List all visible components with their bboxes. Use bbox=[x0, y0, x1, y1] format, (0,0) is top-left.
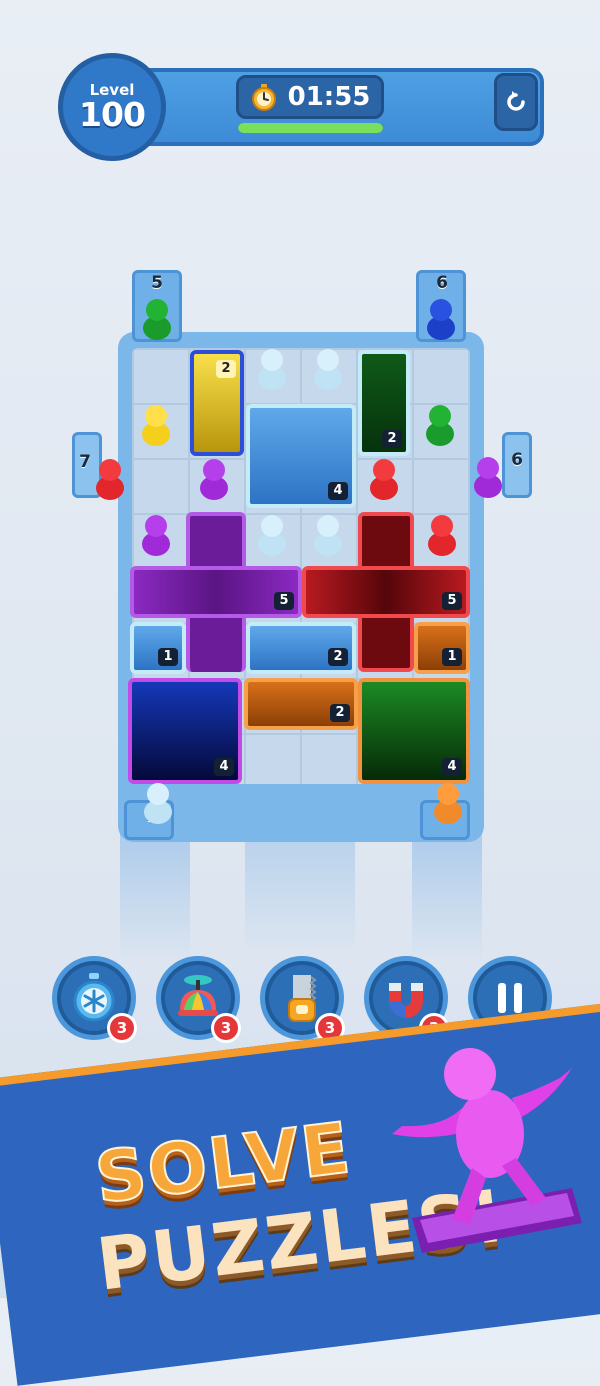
freeze-powerup-button[interactable]: 3 bbox=[52, 956, 137, 1043]
hole-count: 4 bbox=[214, 758, 234, 776]
puzzle-board: 5 6 7 6 7 3 2 4 2 5 5 1 2 1 4 2 4 bbox=[0, 240, 600, 960]
purple-cross-arm[interactable]: 5 bbox=[130, 566, 302, 618]
timer-text: 01:55 bbox=[287, 82, 371, 112]
restart-icon bbox=[507, 91, 525, 111]
green-hole[interactable]: 4 bbox=[358, 678, 470, 784]
light-blue-person[interactable] bbox=[138, 778, 178, 828]
hole-count: 5 bbox=[442, 592, 462, 610]
yellow-person[interactable] bbox=[136, 400, 176, 450]
red-person[interactable] bbox=[90, 454, 130, 504]
light-blue-hole-wide[interactable]: 2 bbox=[246, 622, 356, 674]
light-blue-hole-small[interactable]: 1 bbox=[130, 622, 186, 674]
green-person[interactable] bbox=[137, 294, 177, 344]
saw-powerup-button[interactable]: 3 bbox=[260, 956, 345, 1043]
propeller-powerup-button[interactable]: 3 bbox=[156, 956, 241, 1043]
hole-count: 4 bbox=[442, 758, 462, 776]
powerup-count-badge: 3 bbox=[107, 1013, 137, 1043]
freeze-stopwatch-icon bbox=[73, 973, 115, 1022]
timer-progress-fill bbox=[238, 123, 383, 133]
gate-top-right-count: 6 bbox=[436, 273, 448, 293]
light-blue-person[interactable] bbox=[252, 510, 292, 560]
level-badge: Level 100 bbox=[58, 53, 166, 161]
yellow-hole[interactable]: 2 bbox=[190, 350, 244, 456]
hole-count: 1 bbox=[442, 648, 462, 666]
green-person[interactable] bbox=[420, 400, 460, 450]
light-blue-hole[interactable]: 4 bbox=[246, 404, 356, 508]
stopwatch-icon bbox=[251, 84, 276, 111]
light-blue-person[interactable] bbox=[308, 344, 348, 394]
green-hole-small[interactable]: 2 bbox=[358, 350, 410, 456]
board-pillar bbox=[412, 830, 482, 960]
powerup-count-badge: 3 bbox=[211, 1013, 241, 1043]
orange-hole-wide[interactable]: 2 bbox=[244, 678, 358, 730]
purple-person[interactable] bbox=[136, 510, 176, 560]
red-person[interactable] bbox=[422, 510, 462, 560]
hole-count: 2 bbox=[330, 704, 350, 722]
timer-progress-bar bbox=[238, 123, 383, 133]
timer-display: 01:55 bbox=[236, 75, 384, 119]
hole-count: 1 bbox=[158, 648, 178, 666]
red-cross-arm[interactable]: 5 bbox=[302, 566, 470, 618]
gate-top-left-count: 5 bbox=[151, 273, 163, 293]
pause-icon bbox=[498, 983, 522, 1013]
hole-count: 2 bbox=[216, 360, 236, 378]
mascot-figure bbox=[392, 1048, 582, 1253]
orange-person[interactable] bbox=[428, 778, 468, 828]
hole-count: 2 bbox=[328, 648, 348, 666]
hole-count: 4 bbox=[328, 482, 348, 500]
restart-button[interactable] bbox=[494, 73, 538, 131]
light-blue-person[interactable] bbox=[308, 510, 348, 560]
blue-person[interactable] bbox=[421, 294, 461, 344]
red-person[interactable] bbox=[364, 454, 404, 504]
orange-hole-small[interactable]: 1 bbox=[414, 622, 470, 674]
purple-person[interactable] bbox=[194, 454, 234, 504]
blue-hole[interactable]: 4 bbox=[128, 678, 242, 784]
purple-person[interactable] bbox=[468, 452, 508, 502]
hole-count: 5 bbox=[274, 592, 294, 610]
level-number: 100 bbox=[79, 95, 146, 134]
board-pillar bbox=[120, 830, 190, 960]
hole-count: 2 bbox=[382, 430, 402, 448]
light-blue-person[interactable] bbox=[252, 344, 292, 394]
